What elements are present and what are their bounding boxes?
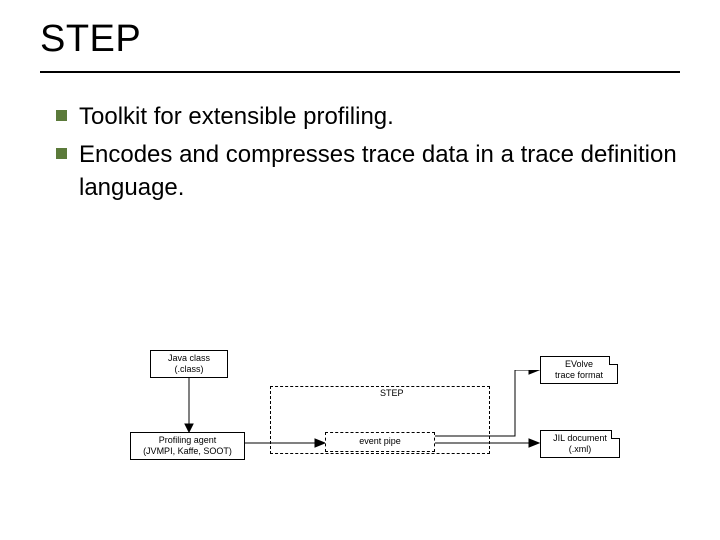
profiling-agent-box: Profiling agent (JVMPI, Kaffe, SOOT) <box>130 432 245 460</box>
bullet-item: Toolkit for extensible profiling. <box>56 101 680 133</box>
step-label: STEP <box>380 388 404 398</box>
jil-doc-line1: JIL document <box>553 433 607 444</box>
java-class-line2: (.class) <box>175 364 204 375</box>
architecture-diagram: Java class (.class) EVolve trace format … <box>0 340 720 520</box>
arrow-eventpipe-to-evolve <box>435 370 540 444</box>
bullet-text: Toolkit for extensible profiling. <box>79 101 394 133</box>
bullet-list: Toolkit for extensible profiling. Encode… <box>0 73 720 204</box>
square-bullet-icon <box>56 110 67 121</box>
prof-agent-line1: Profiling agent <box>159 435 217 446</box>
prof-agent-line2: (JVMPI, Kaffe, SOOT) <box>143 446 232 457</box>
jil-document-box: JIL document (.xml) <box>540 430 620 458</box>
slide-title: STEP <box>40 18 680 61</box>
event-pipe-box: event pipe <box>325 432 435 452</box>
square-bullet-icon <box>56 148 67 159</box>
bullet-item: Encodes and compresses trace data in a t… <box>56 139 680 204</box>
java-class-box: Java class (.class) <box>150 350 228 378</box>
evolve-line1: EVolve <box>565 359 593 370</box>
evolve-line2: trace format <box>555 370 603 381</box>
folded-corner-icon <box>609 356 618 365</box>
arrow-eventpipe-to-jildoc <box>435 436 540 450</box>
arrow-profagent-to-eventpipe <box>245 436 325 450</box>
arrow-javaclass-to-profagent <box>182 378 202 432</box>
event-pipe-label: event pipe <box>359 436 401 447</box>
jil-doc-line2: (.xml) <box>569 444 592 455</box>
java-class-line1: Java class <box>168 353 210 364</box>
evolve-trace-format-box: EVolve trace format <box>540 356 618 384</box>
folded-corner-icon <box>611 430 620 439</box>
bullet-text: Encodes and compresses trace data in a t… <box>79 139 680 204</box>
